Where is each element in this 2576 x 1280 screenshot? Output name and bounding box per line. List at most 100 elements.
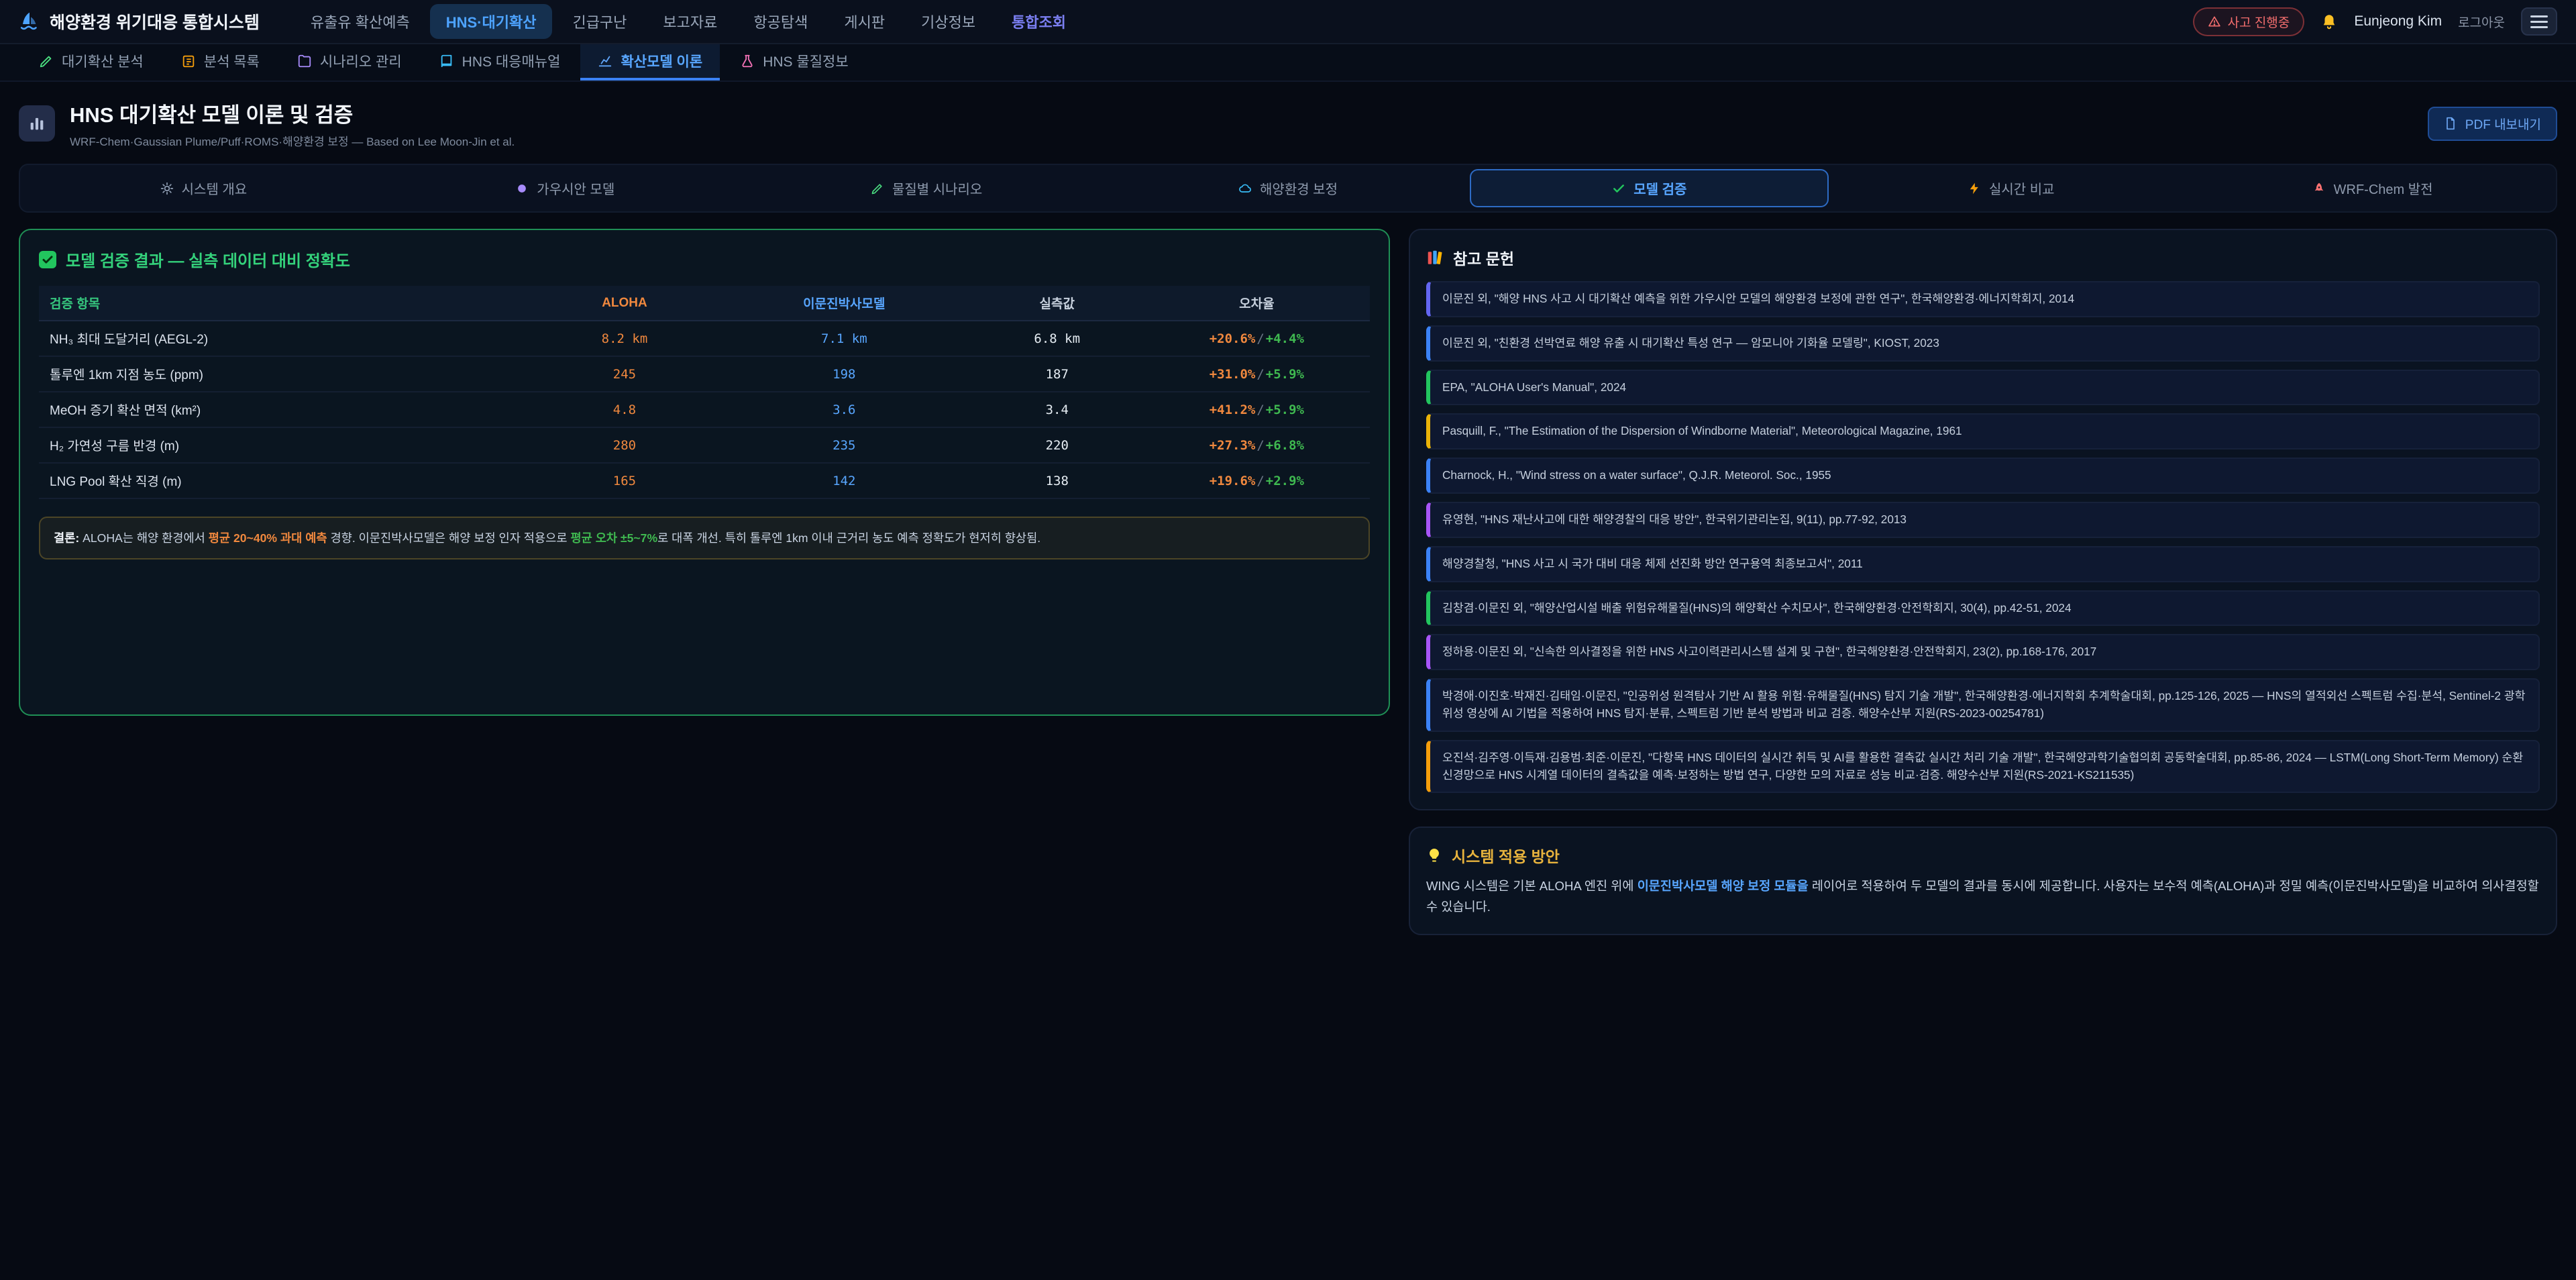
sub-nav: 대기확산 분석 분석 목록 시나리오 관리 HNS 대응매뉴얼 확산모델 이론 xyxy=(0,44,2576,82)
pencil-icon xyxy=(871,182,884,195)
section-tab-gaussian-model[interactable]: 가우시안 모델 xyxy=(386,169,745,207)
chart-icon xyxy=(598,54,612,68)
table-row: H₂ 가연성 구름 반경 (m) 280 235 220 +27.3%/+6.8… xyxy=(39,427,1370,463)
measured-value: 220 xyxy=(971,427,1144,463)
validation-table: 검증 항목 ALOHA 이문진박사모델 실측값 오차율 NH₃ 최대 도달거리 … xyxy=(39,286,1370,499)
reference-item: 해양경찰청, "HNS 사고 시 국가 대비 대응 체제 선진화 방안 연구용역… xyxy=(1426,546,2540,582)
subnav-tab-hns-manual[interactable]: HNS 대응매뉴얼 xyxy=(422,44,578,81)
references-title: 참고 문헌 xyxy=(1426,246,2540,269)
reference-item: EPA, "ALOHA User's Manual", 2024 xyxy=(1426,370,2540,406)
highlight-error-range: 평균 오차 ±5~7% xyxy=(570,531,657,545)
section-tab-marine-correction[interactable]: 해양환경 보정 xyxy=(1109,169,1468,207)
subnav-label: 확산모델 이론 xyxy=(621,51,702,71)
highlight-correction-module: 이문진박사모델 해양 보정 모듈을 xyxy=(1638,879,1809,893)
lee-error: +2.9% xyxy=(1266,474,1304,488)
application-text: WING 시스템은 기본 ALOHA 엔진 위에 이문진박사모델 해양 보정 모… xyxy=(1426,876,2540,917)
section-tab-substance-scenarios[interactable]: 물질별 시나리오 xyxy=(747,169,1106,207)
measured-value: 138 xyxy=(971,463,1144,498)
col-header-item: 검증 항목 xyxy=(39,286,531,321)
aloha-value: 8.2 km xyxy=(531,321,718,356)
subnav-tab-scenario-management[interactable]: 시나리오 관리 xyxy=(280,44,419,81)
reference-item: 김창겸·이문진 외, "해양산업시설 배출 위험유해물질(HNS)의 해양확산 … xyxy=(1426,590,2540,627)
nav-item-board[interactable]: 게시판 xyxy=(828,4,901,39)
section-tab-model-validation[interactable]: 모델 검증 xyxy=(1470,169,1829,207)
warning-icon xyxy=(2208,15,2221,28)
row-label: H₂ 가연성 구름 반경 (m) xyxy=(39,427,531,463)
subnav-tab-analysis-list[interactable]: 분석 목록 xyxy=(164,44,277,81)
aloha-value: 245 xyxy=(531,356,718,392)
aloha-error: +31.0% xyxy=(1210,367,1256,382)
col-header-lee-model: 이문진박사모델 xyxy=(718,286,971,321)
application-title: 시스템 적용 방안 xyxy=(1426,844,2540,867)
notification-bell-icon[interactable] xyxy=(2320,13,2338,30)
subnav-label: HNS 물질정보 xyxy=(763,51,848,71)
nav-item-rescue[interactable]: 긴급구난 xyxy=(556,4,643,39)
reference-item: 박경애·이진호·박재진·김태임·이문진, "인공위성 원격탐사 기반 AI 활용… xyxy=(1426,678,2540,732)
error-rate: +20.6%/+4.4% xyxy=(1144,321,1370,356)
model-chart-icon xyxy=(19,105,55,142)
logout-link[interactable]: 로그아웃 xyxy=(2458,13,2505,31)
error-rate: +27.3%/+6.8% xyxy=(1144,427,1370,463)
nav-item-reports[interactable]: 보고자료 xyxy=(647,4,733,39)
pdf-export-button[interactable]: PDF 내보내기 xyxy=(2428,107,2557,141)
nav-item-weather[interactable]: 기상정보 xyxy=(905,4,991,39)
section-tab-overview[interactable]: 시스템 개요 xyxy=(24,169,383,207)
user-name: Eunjeong Kim xyxy=(2354,13,2442,30)
lee-error: +5.9% xyxy=(1266,367,1304,382)
reference-item: 이문진 외, "해양 HNS 사고 시 대기확산 예측을 위한 가우시안 모델의… xyxy=(1426,281,2540,317)
main-nav: 유출유 확산예측 HNS·대기확산 긴급구난 보고자료 항공탐색 게시판 기상정… xyxy=(294,4,2193,39)
conclusion-label: 결론: xyxy=(54,531,79,545)
reference-item: Charnock, H., "Wind stress on a water su… xyxy=(1426,458,2540,494)
hamburger-menu-button[interactable] xyxy=(2521,7,2557,36)
row-label: MeOH 증기 확산 면적 (km²) xyxy=(39,392,531,427)
nav-item-aerial-search[interactable]: 항공탐색 xyxy=(737,4,824,39)
subnav-tab-model-theory[interactable]: 확산모델 이론 xyxy=(580,44,720,81)
sailboat-logo-icon xyxy=(19,11,40,32)
reference-item: 유영현, "HNS 재난사고에 대한 해양경찰의 대응 방안", 한국위기관리논… xyxy=(1426,502,2540,538)
subnav-tab-hns-substance-info[interactable]: HNS 물질정보 xyxy=(722,44,865,81)
lee-model-value: 7.1 km xyxy=(718,321,971,356)
reference-item: 정하용·이문진 외, "신속한 의사결정을 위한 HNS 사고이력관리시스템 설… xyxy=(1426,634,2540,670)
subnav-label: HNS 대응매뉴얼 xyxy=(462,51,561,71)
nav-item-integrated-search[interactable]: 통합조회 xyxy=(996,4,1082,39)
brand: 해양환경 위기대응 통합시스템 xyxy=(19,9,260,34)
lightbulb-icon xyxy=(1426,847,1442,863)
row-label: 톨루엔 1km 지점 농도 (ppm) xyxy=(39,356,531,392)
lee-model-value: 235 xyxy=(718,427,971,463)
section-tab-wrfchem[interactable]: WRF-Chem 발전 xyxy=(2193,169,2552,207)
section-tab-realtime-comparison[interactable]: 실시간 비교 xyxy=(1831,169,2190,207)
aloha-error: +19.6% xyxy=(1210,474,1256,488)
nav-item-hns-dispersion[interactable]: HNS·대기확산 xyxy=(430,4,553,39)
lee-error: +4.4% xyxy=(1266,331,1304,346)
clipboard-icon xyxy=(181,54,196,68)
col-header-error-rate: 오차율 xyxy=(1144,286,1370,321)
reference-list: 이문진 외, "해양 HNS 사고 시 대기확산 예측을 위한 가우시안 모델의… xyxy=(1426,281,2540,793)
row-label: LNG Pool 확산 직경 (m) xyxy=(39,463,531,498)
pencil-icon xyxy=(39,54,54,68)
lee-model-value: 142 xyxy=(718,463,971,498)
app-root: 해양환경 위기대응 통합시스템 유출유 확산예측 HNS·대기확산 긴급구난 보… xyxy=(0,0,2576,1280)
measured-value: 6.8 km xyxy=(971,321,1144,356)
main-content: 모델 검증 결과 — 실측 데이터 대비 정확도 검증 항목 ALOHA 이문진… xyxy=(0,213,2576,954)
measured-value: 3.4 xyxy=(971,392,1144,427)
subnav-label: 대기확산 분석 xyxy=(62,51,144,71)
aloha-error: +20.6% xyxy=(1210,331,1256,346)
section-tabs: 시스템 개요 가우시안 모델 물질별 시나리오 해양환경 보정 모델 검증 xyxy=(19,164,2557,213)
book-icon xyxy=(439,54,454,68)
incident-status-badge[interactable]: 사고 진행중 xyxy=(2193,7,2305,36)
aloha-error: +27.3% xyxy=(1210,438,1256,453)
validation-title: 모델 검증 결과 — 실측 데이터 대비 정확도 xyxy=(39,248,1370,271)
subnav-label: 시나리오 관리 xyxy=(320,51,402,71)
table-row: MeOH 증기 확산 면적 (km²) 4.8 3.6 3.4 +41.2%/+… xyxy=(39,392,1370,427)
nav-item-oil-spill[interactable]: 유출유 확산예측 xyxy=(294,4,426,39)
rocket-icon xyxy=(2312,182,2326,195)
table-row: LNG Pool 확산 직경 (m) 165 142 138 +19.6%/+2… xyxy=(39,463,1370,498)
error-rate: +19.6%/+2.9% xyxy=(1144,463,1370,498)
document-icon xyxy=(2444,117,2457,130)
aloha-error: +41.2% xyxy=(1210,403,1256,417)
col-header-aloha: ALOHA xyxy=(531,286,718,321)
flask-icon xyxy=(740,54,755,68)
page-title: HNS 대기확산 모델 이론 및 검증 xyxy=(70,98,515,128)
subnav-tab-dispersion-analysis[interactable]: 대기확산 분석 xyxy=(21,44,161,81)
lee-model-value: 198 xyxy=(718,356,971,392)
